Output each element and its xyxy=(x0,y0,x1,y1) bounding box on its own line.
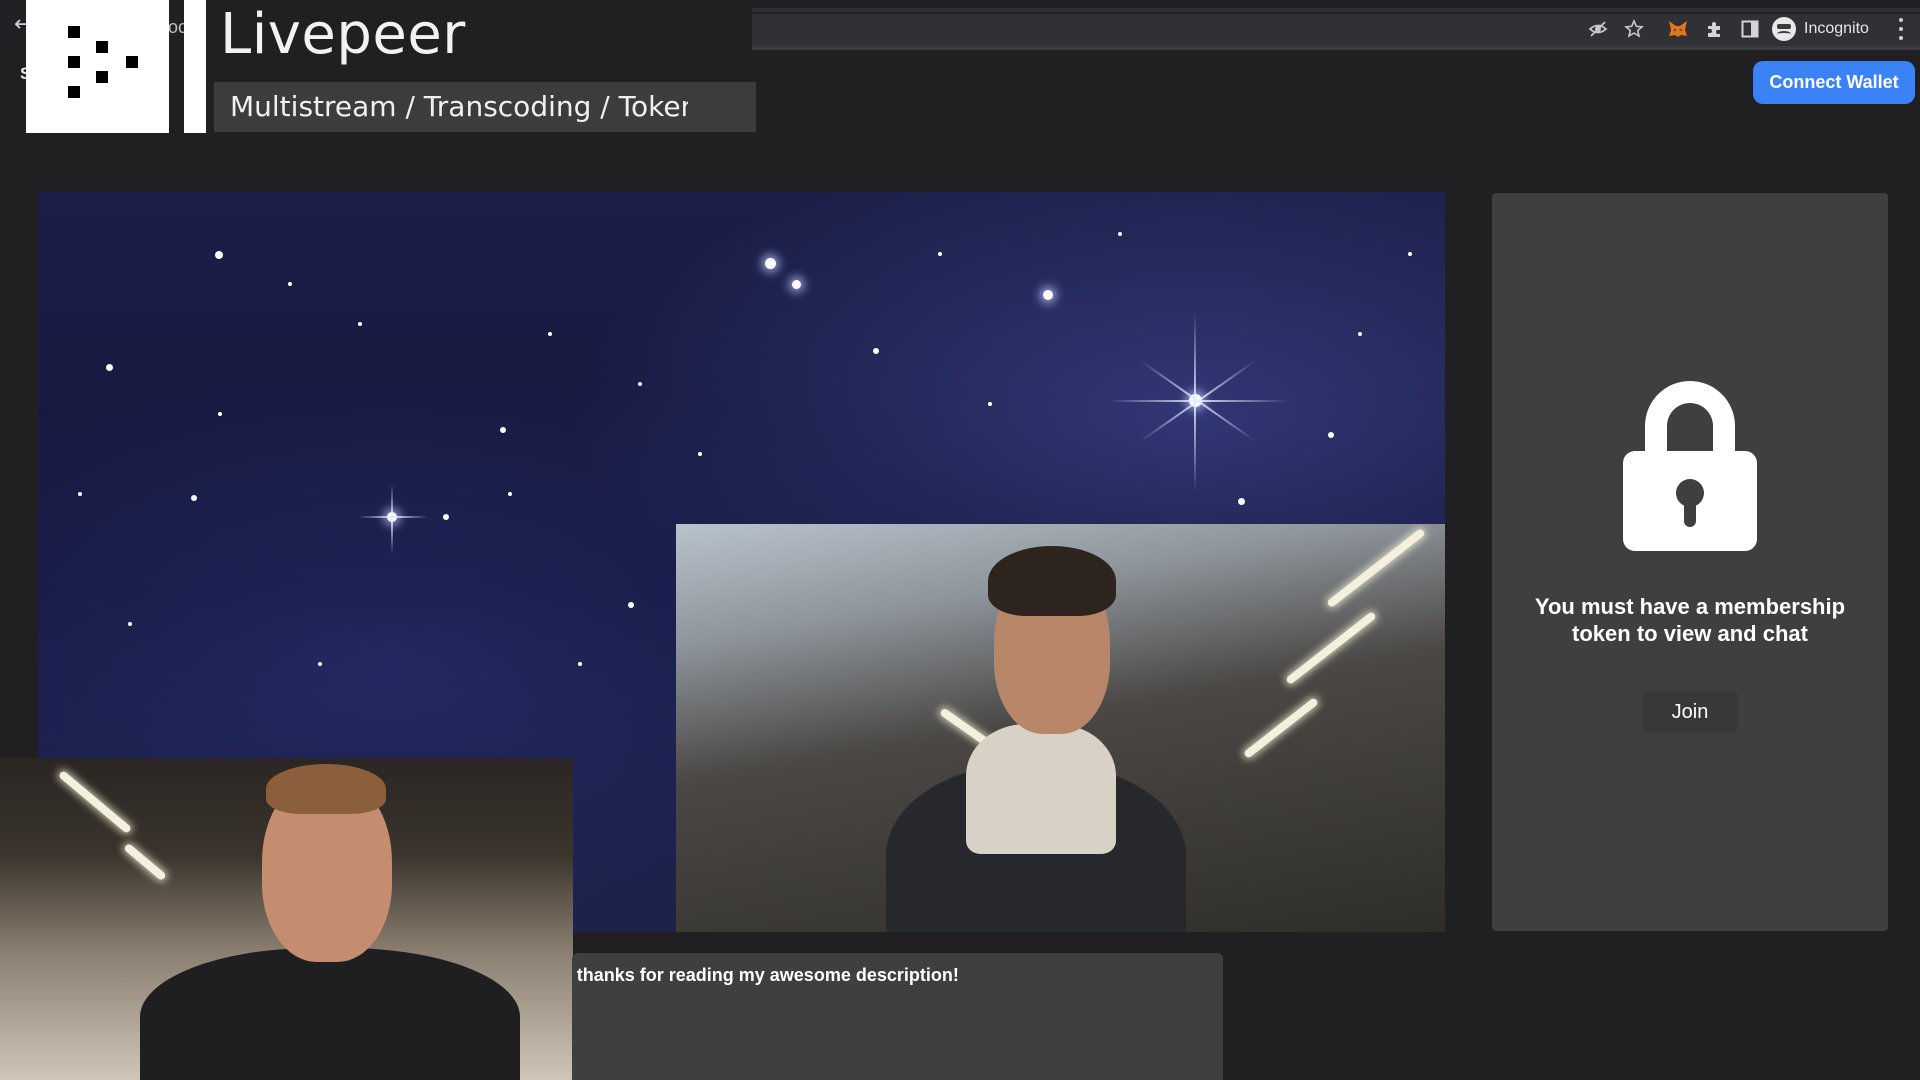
livepeer-logo xyxy=(26,0,169,133)
brand-name: Livepeer xyxy=(220,2,466,67)
incognito-label: Incognito xyxy=(1804,20,1869,37)
lock-icon xyxy=(1623,381,1757,551)
page: ← oca Incognito S xyxy=(0,0,1920,1080)
logo-divider xyxy=(184,0,206,133)
address-bar-edge xyxy=(740,46,1920,50)
incognito-profile-button[interactable]: Incognito xyxy=(1772,14,1869,44)
connect-wallet-button[interactable]: Connect Wallet xyxy=(1753,61,1915,104)
guest-camera-feed xyxy=(676,524,1445,932)
tab-strip xyxy=(740,8,1920,12)
browser-action-icons xyxy=(1584,15,1764,43)
star-icon[interactable] xyxy=(1620,15,1648,43)
join-button[interactable]: Join xyxy=(1642,691,1738,733)
metamask-icon[interactable] xyxy=(1664,15,1692,43)
token-gate-panel: You must have a membership token to view… xyxy=(1492,193,1888,931)
host-camera-feed xyxy=(0,758,573,1080)
description-text: Welcome to my stream, and thanks for rea… xyxy=(572,965,959,985)
membership-message: You must have a membership token to view… xyxy=(1534,594,1846,646)
tagline-text: Multistream / Transcoding / Token Gating xyxy=(230,90,756,123)
extensions-icon[interactable] xyxy=(1700,15,1728,43)
eye-off-icon[interactable] xyxy=(1584,15,1612,43)
browser-menu-icon[interactable] xyxy=(1894,16,1908,42)
stream-description: Welcome to my stream, and thanks for rea… xyxy=(572,953,1223,1080)
incognito-icon xyxy=(1772,17,1796,41)
tagline-banner: Multistream / Transcoding / Token Gating xyxy=(214,82,756,132)
side-panel-icon[interactable] xyxy=(1736,15,1764,43)
